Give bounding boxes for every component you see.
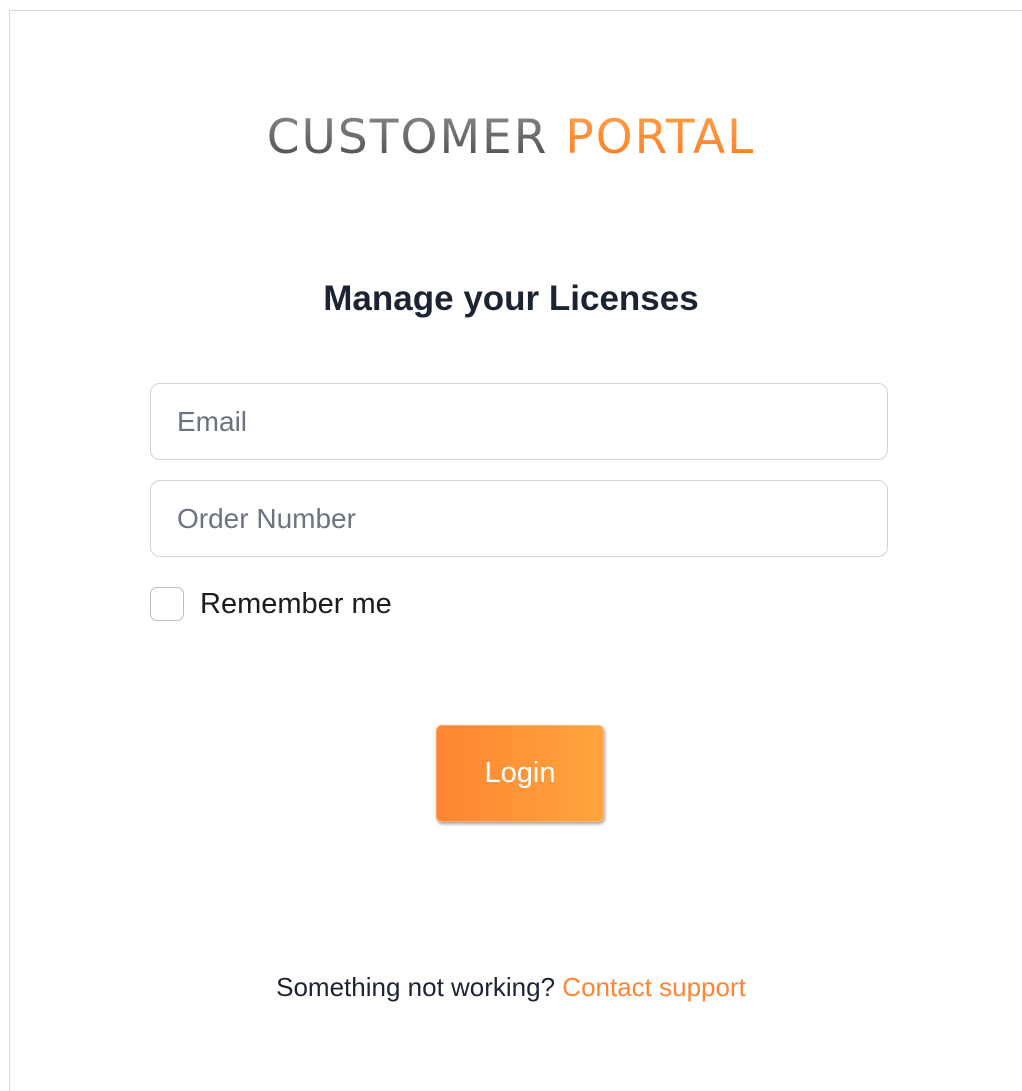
support-footer: Something not working? Contact support: [0, 970, 1022, 1004]
customer-portal-logo: CUSTOMER PORTAL: [0, 108, 1022, 168]
support-prompt-text: Something not working?: [276, 972, 563, 1002]
remember-me-row[interactable]: Remember me: [150, 586, 392, 622]
remember-me-label[interactable]: Remember me: [200, 586, 392, 622]
logo-word-customer: CUSTOMER: [266, 110, 549, 165]
email-field[interactable]: [150, 383, 888, 460]
login-button[interactable]: Login: [436, 725, 604, 822]
contact-support-link[interactable]: Contact support: [562, 972, 746, 1002]
remember-me-checkbox[interactable]: [150, 587, 184, 621]
page-title: Manage your Licenses: [323, 279, 699, 318]
order-number-field[interactable]: [150, 480, 888, 557]
logo-word-portal: PORTAL: [565, 110, 756, 165]
